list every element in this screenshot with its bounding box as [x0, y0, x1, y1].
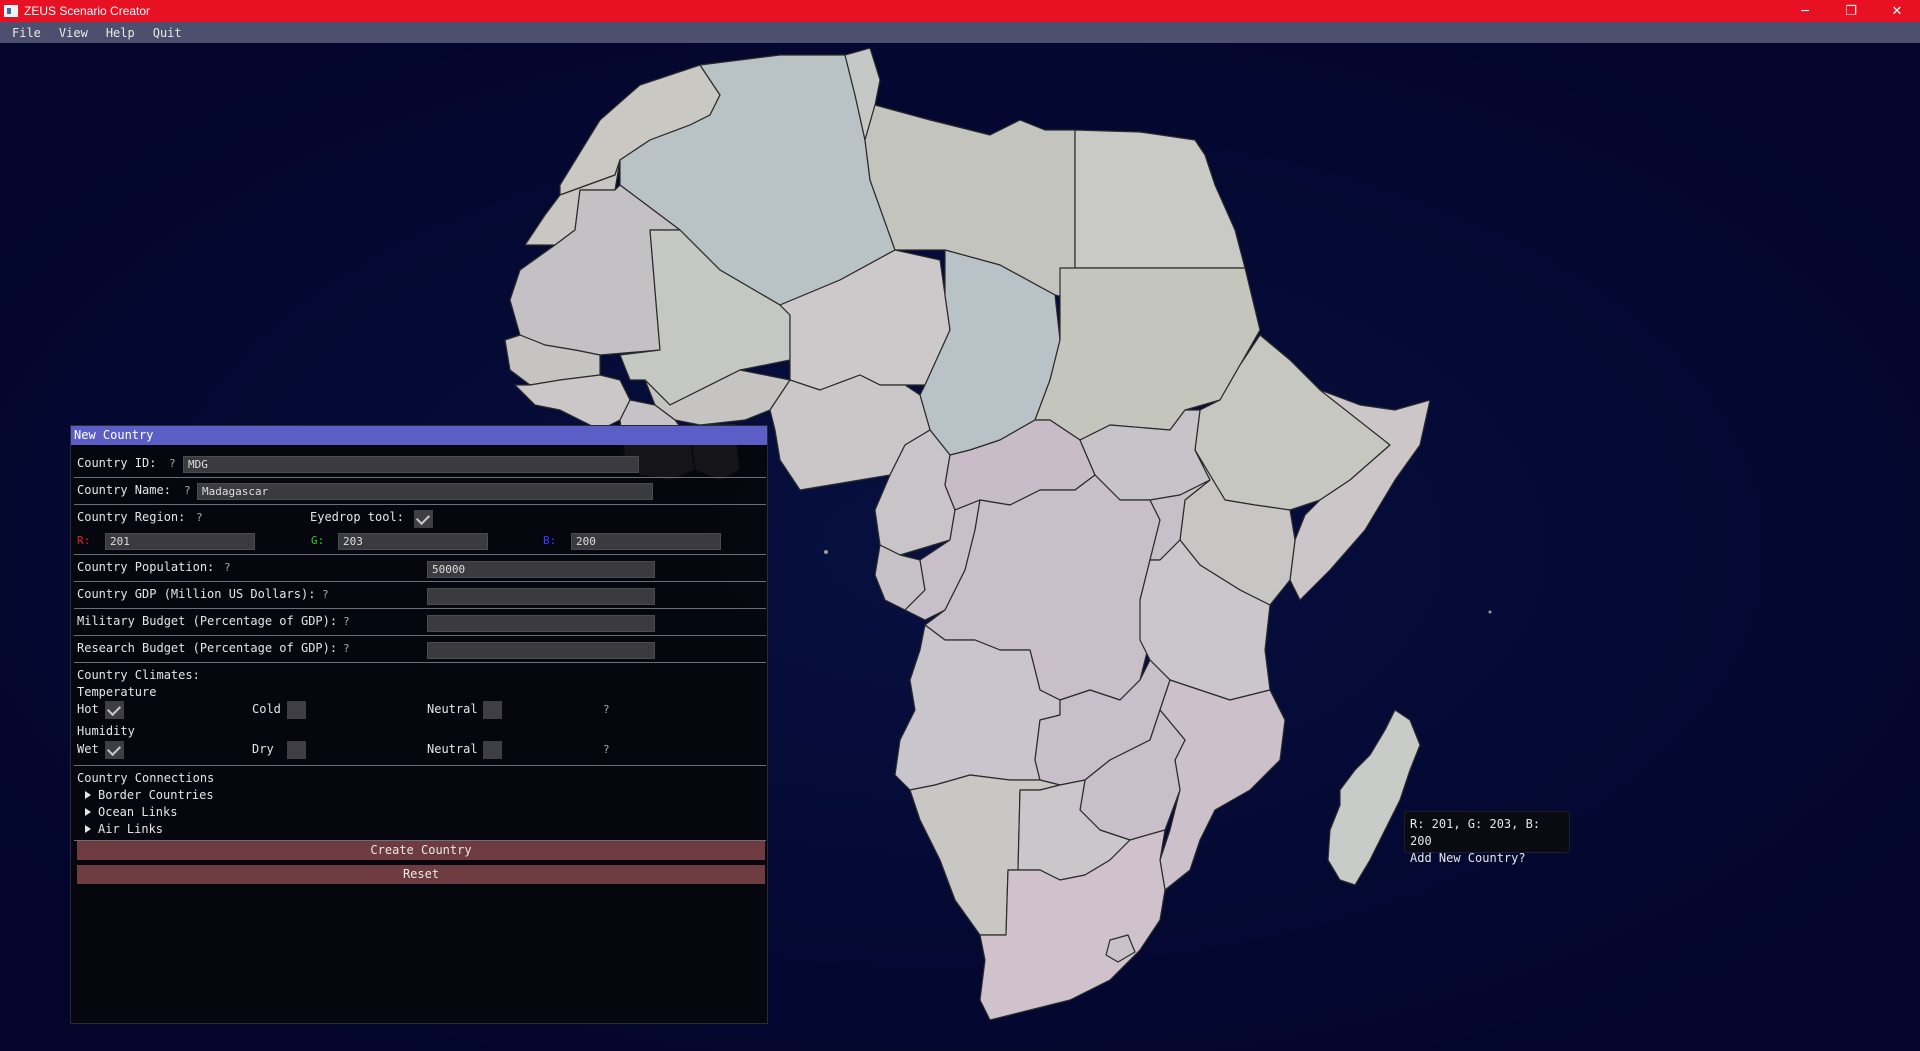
country-gdp-label: Country GDP (Million US Dollars): [77, 587, 316, 601]
military-budget-help[interactable]: ? [343, 615, 350, 628]
humidity-label: Humidity [77, 724, 135, 738]
temperature-neutral-label: Neutral [427, 702, 478, 716]
tree-label: Air Links [98, 822, 164, 836]
temperature-help[interactable]: ? [603, 703, 610, 716]
expand-arrow-icon [85, 824, 91, 833]
country-id-label: Country ID: [77, 456, 157, 470]
research-budget-help[interactable]: ? [343, 642, 350, 655]
separator [74, 765, 766, 766]
eyedrop-tool-checkbox[interactable] [414, 510, 433, 528]
tree-label: Border Countries [98, 788, 214, 802]
dry-label: Dry [252, 742, 274, 756]
country-gdp-help[interactable]: ? [322, 588, 329, 601]
humidity-neutral-checkbox[interactable] [483, 741, 502, 759]
humidity-help[interactable]: ? [603, 743, 610, 756]
hot-checkbox[interactable] [105, 701, 124, 719]
wet-label: Wet [77, 742, 99, 756]
separator [74, 581, 766, 582]
research-budget-label: Research Budget (Percentage of GDP): [77, 641, 338, 655]
country-id-help[interactable]: ? [169, 457, 176, 470]
separator [74, 477, 766, 478]
create-country-button[interactable]: Create Country [77, 841, 765, 860]
tooltip-prompt-text: Add New Country? [1410, 851, 1526, 865]
menu-bar: File View Help Quit [0, 22, 1920, 43]
reset-button[interactable]: Reset [77, 865, 765, 884]
restore-button[interactable]: ❐ [1828, 0, 1874, 22]
military-budget-input[interactable] [427, 615, 655, 632]
dry-checkbox[interactable] [287, 741, 306, 759]
tree-label: Ocean Links [98, 805, 178, 819]
country-id-input[interactable]: MDG [183, 456, 639, 473]
research-budget-input[interactable] [427, 642, 655, 659]
separator [74, 554, 766, 555]
minimize-button[interactable]: ─ [1782, 0, 1828, 22]
menu-help[interactable]: Help [100, 26, 141, 40]
title-bar: ZEUS Scenario Creator ─ ❐ ✕ [0, 0, 1920, 22]
humidity-neutral-label: Neutral [427, 742, 478, 756]
country-gdp-input[interactable] [427, 588, 655, 605]
country-population-input[interactable]: 50000 [427, 561, 655, 578]
country-region-help[interactable]: ? [196, 511, 203, 524]
country-population-help[interactable]: ? [224, 561, 231, 574]
r-input[interactable]: 201 [105, 533, 255, 550]
b-input[interactable]: 200 [571, 533, 721, 550]
separator [74, 608, 766, 609]
country-region-label: Country Region: [77, 510, 186, 524]
close-button[interactable]: ✕ [1874, 0, 1920, 22]
temperature-neutral-checkbox[interactable] [483, 701, 502, 719]
expand-arrow-icon [85, 790, 91, 799]
g-label: G: [311, 534, 325, 547]
app-icon [4, 5, 18, 17]
expand-arrow-icon [85, 807, 91, 816]
eyedrop-tool-label: Eyedrop tool: [310, 510, 404, 524]
separator [74, 504, 766, 505]
wet-checkbox[interactable] [105, 741, 124, 759]
new-country-panel: New Country Country ID: ? MDG Country Na… [70, 425, 768, 1024]
country-climates-label: Country Climates: [77, 668, 200, 682]
cold-label: Cold [252, 702, 281, 716]
separator [74, 635, 766, 636]
country-connections-label: Country Connections [77, 771, 215, 785]
window-title: ZEUS Scenario Creator [24, 4, 151, 18]
separator [74, 662, 766, 663]
military-budget-label: Military Budget (Percentage of GDP): [77, 614, 338, 628]
menu-quit[interactable]: Quit [147, 26, 188, 40]
tooltip-rgb-text: R: 201, G: 203, B: 200 [1410, 817, 1541, 848]
hot-label: Hot [77, 702, 99, 716]
island-seychelles [1488, 610, 1492, 614]
menu-file[interactable]: File [6, 26, 47, 40]
tree-ocean-links[interactable]: Ocean Links [85, 805, 177, 819]
tree-border-countries[interactable]: Border Countries [85, 788, 214, 802]
island-bioko [824, 550, 828, 554]
temperature-label: Temperature [77, 685, 157, 699]
menu-view[interactable]: View [53, 26, 94, 40]
country-name-help[interactable]: ? [184, 484, 191, 497]
color-tooltip: R: 201, G: 203, B: 200 Add New Country? [1404, 811, 1570, 865]
window-controls: ─ ❐ ✕ [1782, 0, 1920, 22]
country-population-label: Country Population: [77, 560, 215, 574]
country-name-input[interactable]: Madagascar [197, 483, 653, 500]
country-name-label: Country Name: [77, 483, 171, 497]
cold-checkbox[interactable] [287, 701, 306, 719]
r-label: R: [77, 534, 91, 547]
tree-air-links[interactable]: Air Links [85, 822, 163, 836]
g-input[interactable]: 203 [338, 533, 488, 550]
panel-title[interactable]: New Country [71, 426, 767, 445]
b-label: B: [543, 534, 557, 547]
